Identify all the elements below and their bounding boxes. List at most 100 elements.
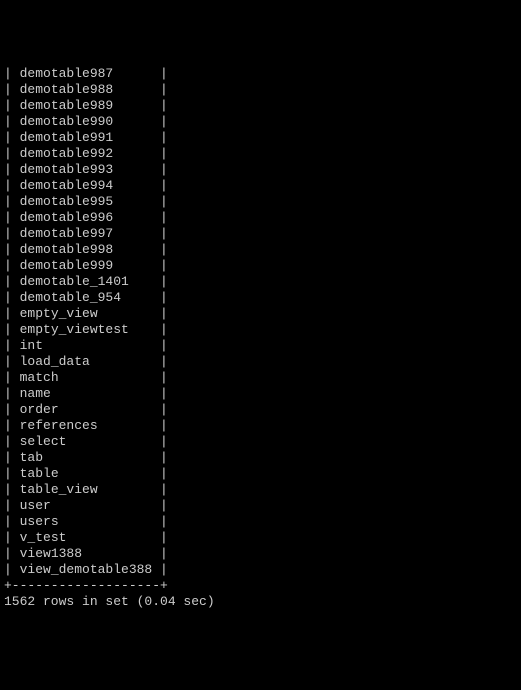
- table-row: | demotable997 |: [4, 226, 521, 242]
- table-row: | table_view |: [4, 482, 521, 498]
- table-cell: demotable998: [20, 242, 160, 258]
- pipe: |: [4, 178, 20, 193]
- pipe: |: [160, 370, 168, 385]
- table-cell: view_demotable388: [20, 562, 160, 578]
- pipe: |: [4, 322, 20, 337]
- table-cell: match: [20, 370, 160, 386]
- pipe: |: [4, 98, 20, 113]
- pipe: |: [160, 290, 168, 305]
- table-row: | v_test |: [4, 530, 521, 546]
- pipe: |: [4, 162, 20, 177]
- pipe: |: [4, 418, 20, 433]
- table-row: | demotable989 |: [4, 98, 521, 114]
- table-row: | demotable988 |: [4, 82, 521, 98]
- table-cell: order: [20, 402, 160, 418]
- pipe: |: [160, 258, 168, 273]
- pipe: |: [160, 210, 168, 225]
- pipe: |: [160, 530, 168, 545]
- pipe: |: [160, 386, 168, 401]
- table-cell: demotable997: [20, 226, 160, 242]
- pipe: |: [4, 130, 20, 145]
- table-cell: demotable_1401: [20, 274, 160, 290]
- pipe: |: [4, 450, 20, 465]
- result-summary: 1562 rows in set (0.04 sec): [4, 594, 521, 610]
- table-row: | view1388 |: [4, 546, 521, 562]
- pipe: |: [160, 274, 168, 289]
- pipe: |: [160, 98, 168, 113]
- table-cell: view1388: [20, 546, 160, 562]
- table-row: | tab |: [4, 450, 521, 466]
- pipe: |: [4, 258, 20, 273]
- table-cell: name: [20, 386, 160, 402]
- table-cell: table: [20, 466, 160, 482]
- table-cell: demotable988: [20, 82, 160, 98]
- table-row: | demotable990 |: [4, 114, 521, 130]
- table-row: | users |: [4, 514, 521, 530]
- table-row: | user |: [4, 498, 521, 514]
- pipe: |: [160, 114, 168, 129]
- pipe: |: [160, 178, 168, 193]
- pipe: |: [160, 306, 168, 321]
- pipe: |: [4, 562, 20, 577]
- pipe: |: [4, 546, 20, 561]
- pipe: |: [4, 82, 20, 97]
- table-row: | demotable995 |: [4, 194, 521, 210]
- pipe: |: [160, 418, 168, 433]
- table-cell: demotable_954: [20, 290, 160, 306]
- pipe: |: [4, 402, 20, 417]
- table-row: | demotable999 |: [4, 258, 521, 274]
- table-row: | match |: [4, 370, 521, 386]
- table-row: | view_demotable388 |: [4, 562, 521, 578]
- table-cell: empty_viewtest: [20, 322, 160, 338]
- pipe: |: [4, 482, 20, 497]
- pipe: |: [160, 434, 168, 449]
- pipe: |: [4, 274, 20, 289]
- table-cell: tab: [20, 450, 160, 466]
- table-cell: users: [20, 514, 160, 530]
- table-row: | demotable996 |: [4, 210, 521, 226]
- table-cell: int: [20, 338, 160, 354]
- table-row: | int |: [4, 338, 521, 354]
- pipe: |: [160, 514, 168, 529]
- pipe: |: [160, 82, 168, 97]
- table-cell: select: [20, 434, 160, 450]
- table-row: | references |: [4, 418, 521, 434]
- pipe: |: [160, 322, 168, 337]
- pipe: |: [4, 114, 20, 129]
- pipe: |: [4, 210, 20, 225]
- table-cell: table_view: [20, 482, 160, 498]
- pipe: |: [160, 402, 168, 417]
- table-cell: demotable991: [20, 130, 160, 146]
- table-row: | empty_view |: [4, 306, 521, 322]
- pipe: |: [4, 498, 20, 513]
- table-cell: load_data: [20, 354, 160, 370]
- pipe: |: [160, 194, 168, 209]
- pipe: |: [160, 146, 168, 161]
- pipe: |: [160, 338, 168, 353]
- pipe: |: [160, 466, 168, 481]
- pipe: |: [4, 306, 20, 321]
- table-row: | load_data |: [4, 354, 521, 370]
- pipe: |: [160, 162, 168, 177]
- pipe: |: [160, 562, 168, 577]
- table-cell: demotable989: [20, 98, 160, 114]
- pipe: |: [160, 130, 168, 145]
- pipe: |: [4, 226, 20, 241]
- table-cell: demotable993: [20, 162, 160, 178]
- pipe: |: [160, 498, 168, 513]
- table-cell: demotable999: [20, 258, 160, 274]
- pipe: |: [4, 514, 20, 529]
- table-row: | demotable991 |: [4, 130, 521, 146]
- pipe: |: [4, 66, 20, 81]
- pipe: |: [160, 546, 168, 561]
- table-row: | demotable994 |: [4, 178, 521, 194]
- table-cell: demotable990: [20, 114, 160, 130]
- table-row: | empty_viewtest |: [4, 322, 521, 338]
- pipe: |: [160, 354, 168, 369]
- table-cell: v_test: [20, 530, 160, 546]
- pipe: |: [4, 370, 20, 385]
- pipe: |: [160, 242, 168, 257]
- pipe: |: [4, 386, 20, 401]
- table-cell: demotable996: [20, 210, 160, 226]
- table-cell: empty_view: [20, 306, 160, 322]
